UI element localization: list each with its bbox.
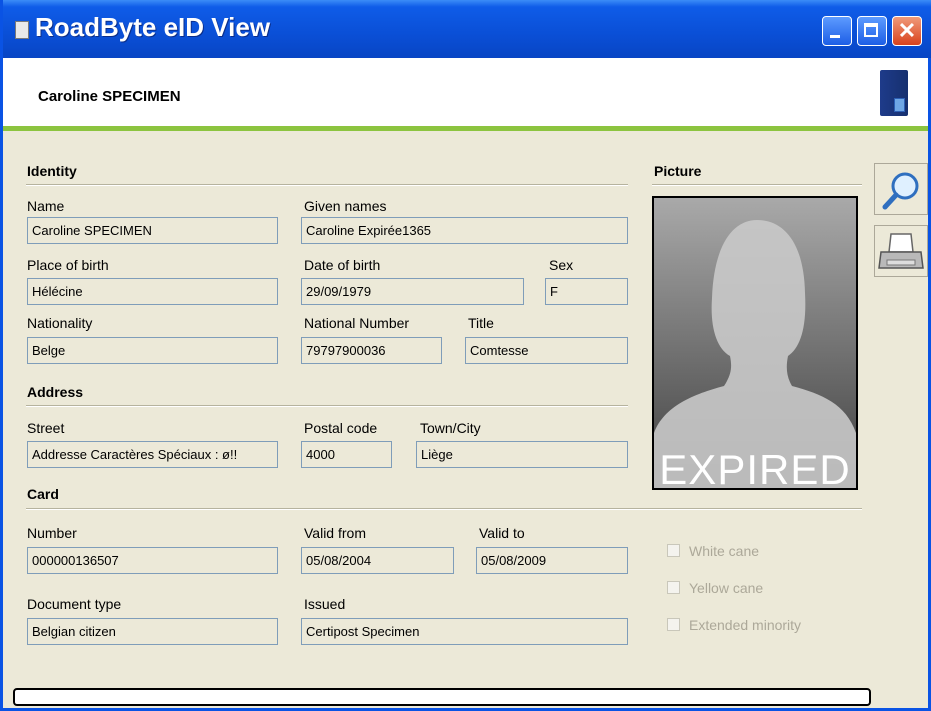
document-type-field[interactable]: Belgian citizen [27, 618, 278, 645]
nationality-label: Nationality [27, 315, 93, 331]
magnifier-icon [882, 172, 919, 210]
place-of-birth-field[interactable]: Hélécine [27, 278, 278, 305]
town-field[interactable]: Liège [416, 441, 628, 468]
name-field[interactable]: Caroline SPECIMEN [27, 217, 278, 244]
sex-field[interactable]: F [545, 278, 628, 305]
valid-to-label: Valid to [479, 525, 525, 541]
title-label: Title [468, 315, 494, 331]
app-icon[interactable] [15, 21, 29, 39]
valid-to-field[interactable]: 05/08/2009 [476, 547, 628, 574]
picture-divider [652, 184, 862, 186]
town-label: Town/City [420, 420, 481, 436]
identity-heading: Identity [27, 163, 77, 179]
card-heading: Card [27, 486, 59, 502]
national-number-field[interactable]: 79797900036 [301, 337, 442, 364]
header-panel: Caroline SPECIMEN [3, 58, 928, 126]
picture-heading: Picture [654, 163, 702, 179]
extended-minority-label: Extended minority [689, 617, 802, 633]
valid-from-field[interactable]: 05/08/2004 [301, 547, 454, 574]
identity-divider [26, 184, 628, 186]
zoom-button[interactable] [874, 163, 928, 215]
window-title: RoadByte eID View [35, 12, 271, 42]
street-field[interactable]: Addresse Caractères Spéciaux : ø!! [27, 441, 278, 468]
nationality-field[interactable]: Belge [27, 337, 278, 364]
card-number-field[interactable]: 000000136507 [27, 547, 278, 574]
sex-label: Sex [549, 257, 574, 273]
accent-bar [3, 126, 928, 131]
place-of-birth-label: Place of birth [27, 257, 109, 273]
card-number-label: Number [27, 525, 77, 541]
given-names-label: Given names [304, 198, 387, 214]
id-photo: EXPIRED [652, 196, 858, 490]
extended-minority-checkbox[interactable] [667, 618, 680, 631]
national-number-label: National Number [304, 315, 410, 331]
title-bar[interactable]: RoadByte eID View ✕ [3, 0, 931, 58]
issued-field[interactable]: Certipost Specimen [301, 618, 628, 645]
expired-overlay: EXPIRED [659, 446, 851, 490]
issued-label: Issued [304, 596, 346, 612]
yellow-cane-label: Yellow cane [689, 580, 764, 596]
yellow-cane-checkbox[interactable] [667, 581, 680, 594]
title-field[interactable]: Comtesse [465, 337, 628, 364]
street-label: Street [27, 420, 65, 436]
postal-code-field[interactable]: 4000 [301, 441, 392, 468]
address-divider [26, 405, 628, 407]
close-button[interactable]: ✕ [892, 16, 922, 46]
maximize-button[interactable] [857, 16, 887, 46]
card-divider [26, 508, 862, 510]
card-holder-name: Caroline SPECIMEN [38, 88, 181, 105]
postal-code-label: Postal code [304, 420, 378, 436]
minimize-button[interactable] [822, 16, 852, 46]
silhouette-icon [654, 220, 856, 488]
printer-icon [878, 233, 924, 269]
app-window: RoadByte eID View ✕ Caroline SPECIMEN Id… [0, 0, 931, 711]
address-heading: Address [27, 384, 84, 400]
eid-card-icon [880, 70, 908, 116]
date-of-birth-field[interactable]: 29/09/1979 [301, 278, 524, 305]
maximize-icon [858, 17, 886, 45]
date-of-birth-label: Date of birth [304, 257, 381, 273]
minimize-icon [823, 17, 851, 45]
valid-from-label: Valid from [304, 525, 366, 541]
status-progress-bar [13, 688, 871, 706]
name-label: Name [27, 198, 65, 214]
print-button[interactable] [874, 225, 928, 277]
document-type-label: Document type [27, 596, 122, 612]
close-icon: ✕ [897, 18, 917, 43]
white-cane-checkbox[interactable] [667, 544, 680, 557]
given-names-field[interactable]: Caroline Expirée1365 [301, 217, 628, 244]
white-cane-label: White cane [689, 543, 760, 559]
